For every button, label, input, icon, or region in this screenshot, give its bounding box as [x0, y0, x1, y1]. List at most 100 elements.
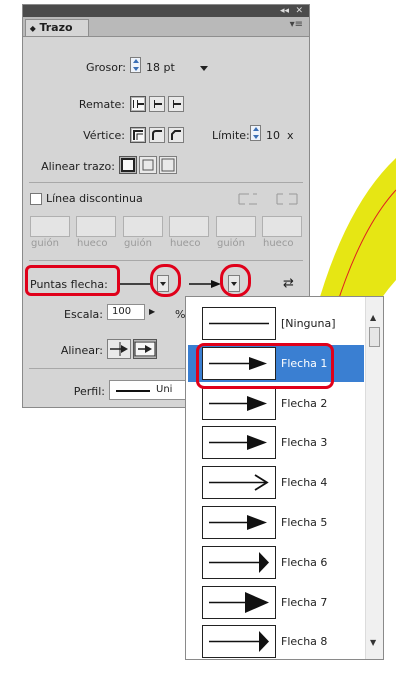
- grosor-stepper[interactable]: [130, 57, 141, 73]
- limite-stepper[interactable]: [250, 125, 261, 141]
- divider: [29, 182, 303, 183]
- panel-tab-bar: ⬥ Trazo ▾≡: [23, 17, 309, 37]
- gap-field-3-label: hueco: [263, 238, 294, 249]
- tab-trazo-label: Trazo: [39, 21, 73, 34]
- arrowhead-preview: [202, 506, 276, 539]
- escala-stepper-icon[interactable]: ▶: [149, 307, 155, 316]
- arrowhead-option-label: Flecha 7: [281, 595, 328, 609]
- arrowhead-preview: [202, 426, 276, 460]
- grosor-label: Grosor:: [85, 61, 126, 74]
- arrowhead-preview: [202, 545, 276, 579]
- list-scrollbar[interactable]: ▲ ▼: [365, 297, 383, 659]
- linea-discontinua-label: Línea discontinua: [46, 192, 143, 205]
- butt-cap-button[interactable]: [130, 96, 146, 112]
- projecting-cap-button[interactable]: [168, 96, 184, 112]
- dash-field-3[interactable]: [216, 216, 256, 237]
- miter-join-icon: [133, 130, 143, 140]
- highlight-start-dropdown: [150, 264, 181, 297]
- divider: [29, 260, 303, 261]
- vertice-label: Vértice:: [83, 129, 125, 142]
- align-outside-stroke-icon: [161, 158, 175, 172]
- dash-field-1[interactable]: [30, 216, 70, 237]
- arrowhead-option[interactable]: Flecha 4: [188, 464, 364, 501]
- limite-value[interactable]: 10: [266, 129, 280, 142]
- dash-field-1-label: guión: [31, 238, 59, 249]
- arrowhead-triangle-icon: [209, 395, 267, 411]
- align-outside-stroke-button[interactable]: [159, 156, 177, 174]
- gap-field-3[interactable]: [262, 216, 302, 237]
- bevel-join-button[interactable]: [168, 127, 184, 143]
- arrowhead-option-label: Flecha 3: [281, 436, 328, 450]
- arrowhead-option[interactable]: Flecha 2: [188, 385, 364, 422]
- arrowhead-option[interactable]: Flecha 5: [188, 504, 364, 541]
- arrowhead-option[interactable]: Flecha 7: [188, 584, 364, 621]
- align-center-stroke-icon: [121, 158, 135, 172]
- grosor-value[interactable]: 18 pt: [146, 61, 175, 74]
- arrow-at-end-icon: [134, 341, 156, 357]
- scroll-up-icon[interactable]: ▲: [370, 313, 376, 322]
- arrow-tip-at-path-end-button[interactable]: [133, 339, 157, 359]
- dash-field-2[interactable]: [123, 216, 163, 237]
- arrowhead-open-icon: [209, 474, 269, 491]
- dash-field-2-label: guión: [124, 238, 152, 249]
- arrowhead-preview: [202, 585, 276, 619]
- escala-label: Escala:: [64, 308, 103, 321]
- close-panel-icon[interactable]: ✕: [295, 5, 303, 17]
- arrowhead-triangle-icon: [209, 435, 267, 451]
- align-center-stroke-button[interactable]: [119, 156, 137, 174]
- bevel-join-icon: [171, 130, 181, 140]
- tab-expand-icon: ⬥: [30, 24, 36, 33]
- highlight-end-dropdown: [220, 264, 251, 297]
- arrowhead-option[interactable]: Flecha 6: [188, 544, 364, 581]
- gap-field-1[interactable]: [76, 216, 116, 237]
- arrowhead-option[interactable]: Flecha 8: [188, 623, 364, 659]
- escala-unit: %: [175, 308, 186, 321]
- limite-label: Límite:: [212, 129, 250, 142]
- arrowhead-preview: [202, 307, 276, 340]
- arrowhead-preview: [202, 466, 276, 500]
- gap-field-2[interactable]: [169, 216, 209, 237]
- arrowhead-option-label: [Ninguna]: [281, 317, 336, 330]
- arrowhead-triangle-icon: [209, 515, 267, 530]
- miter-join-button[interactable]: [130, 127, 146, 143]
- dashed-line-checkbox[interactable]: [30, 193, 42, 205]
- scroll-down-icon[interactable]: ▼: [370, 638, 376, 647]
- projecting-cap-icon: [173, 100, 181, 108]
- gap-field-1-label: hueco: [77, 238, 108, 249]
- arrowhead-option[interactable]: [Ninguna]: [188, 305, 364, 342]
- arrowhead-bar-triangle-icon: [209, 551, 269, 573]
- collapse-panel-icon[interactable]: ◂◂: [280, 5, 289, 17]
- arrowhead-option-label: Flecha 8: [281, 635, 328, 649]
- arrowhead-big-triangle-icon: [209, 591, 269, 613]
- butt-cap-icon: [133, 100, 144, 108]
- swap-arrowheads-icon[interactable]: ⇄: [283, 276, 294, 291]
- arrowhead-option-label: Flecha 2: [281, 396, 328, 410]
- highlight-puntas-flecha: [25, 265, 120, 296]
- round-join-icon: [152, 130, 162, 140]
- dash-alignment-icons: [238, 193, 298, 205]
- perfil-value: Uni: [156, 384, 173, 395]
- alinear-trazo-label: Alinear trazo:: [41, 160, 115, 173]
- highlight-flecha-1: [196, 343, 334, 389]
- round-join-button[interactable]: [149, 127, 165, 143]
- arrowhead-none-icon: [209, 322, 269, 325]
- arrowhead-option[interactable]: Flecha 3: [188, 424, 364, 461]
- round-cap-icon: [154, 100, 162, 108]
- align-inside-stroke-button[interactable]: [139, 156, 157, 174]
- alinear-label: Alinear:: [60, 344, 103, 357]
- grosor-dropdown-icon[interactable]: [200, 66, 208, 71]
- round-cap-button[interactable]: [149, 96, 165, 112]
- profile-line-icon: [116, 390, 150, 392]
- arrowhead-preview: [202, 625, 276, 659]
- escala-input[interactable]: 100: [107, 304, 145, 320]
- arrowhead-preview: [202, 386, 276, 420]
- perfil-label: Perfil:: [73, 385, 105, 398]
- panel-menu-icon[interactable]: ▾≡: [290, 19, 303, 30]
- align-inside-stroke-icon: [142, 159, 154, 171]
- tab-trazo[interactable]: ⬥ Trazo: [25, 19, 89, 36]
- scroll-thumb[interactable]: [369, 327, 380, 347]
- remate-label: Remate:: [78, 98, 125, 111]
- arrow-beyond-icon: [110, 342, 128, 356]
- dash-field-3-label: guión: [217, 238, 245, 249]
- arrow-tip-beyond-path-button[interactable]: [107, 339, 131, 359]
